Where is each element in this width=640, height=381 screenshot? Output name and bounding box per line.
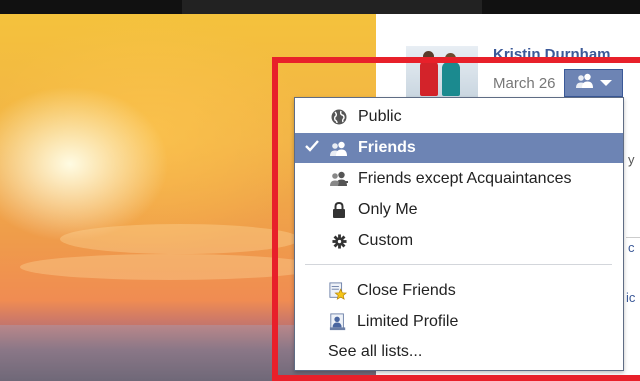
lock-icon — [330, 201, 348, 219]
menu-item-limited-profile[interactable]: Limited Profile — [295, 307, 623, 337]
friends-icon — [575, 73, 594, 93]
author-profile-photo[interactable] — [406, 46, 478, 98]
cloud-shape — [20, 254, 320, 280]
post-link-fragment[interactable]: c — [628, 240, 635, 255]
checkmark-icon — [305, 139, 319, 158]
limited-profile-icon — [329, 313, 347, 331]
menu-item-label: Friends — [358, 139, 416, 156]
top-strip — [0, 0, 640, 14]
person-body — [420, 60, 438, 96]
post-text-fragment: y — [628, 152, 635, 167]
see-all-lists-link[interactable]: See all lists... — [328, 343, 422, 361]
post-link-fragment[interactable]: ic — [626, 290, 635, 305]
menu-item-label: Custom — [358, 232, 414, 249]
friends-icon — [330, 139, 348, 157]
menu-item-only-me[interactable]: Only Me — [295, 195, 623, 225]
menu-item-close-friends[interactable]: Close Friends — [295, 276, 623, 306]
chevron-down-icon — [599, 80, 612, 86]
friends-except-icon — [330, 170, 348, 188]
star-list-icon — [329, 282, 347, 300]
divider — [626, 237, 640, 238]
person-body — [442, 62, 460, 96]
post-author-name[interactable]: Kristin Durnham — [493, 46, 611, 63]
menu-item-label: Public — [358, 108, 402, 125]
globe-icon — [330, 108, 348, 126]
menu-item-custom[interactable]: Custom — [295, 226, 623, 256]
post-date[interactable]: March 26 — [493, 75, 556, 92]
audience-menu: Public Friends Friends except Acquaintan… — [294, 97, 624, 371]
top-strip-banner — [182, 0, 482, 14]
gear-icon — [330, 232, 348, 250]
menu-item-public[interactable]: Public — [295, 102, 623, 132]
menu-divider — [305, 264, 612, 265]
menu-item-friends[interactable]: Friends — [295, 133, 623, 163]
menu-item-label: Only Me — [358, 201, 418, 218]
audience-selector-button[interactable] — [564, 69, 623, 97]
cloud-shape — [60, 224, 300, 254]
menu-item-friends-except-acquaintances[interactable]: Friends except Acquaintances — [295, 164, 623, 194]
menu-item-label: Limited Profile — [357, 313, 459, 330]
menu-item-label: Close Friends — [357, 282, 456, 299]
menu-item-label: Friends except Acquaintances — [358, 170, 572, 187]
